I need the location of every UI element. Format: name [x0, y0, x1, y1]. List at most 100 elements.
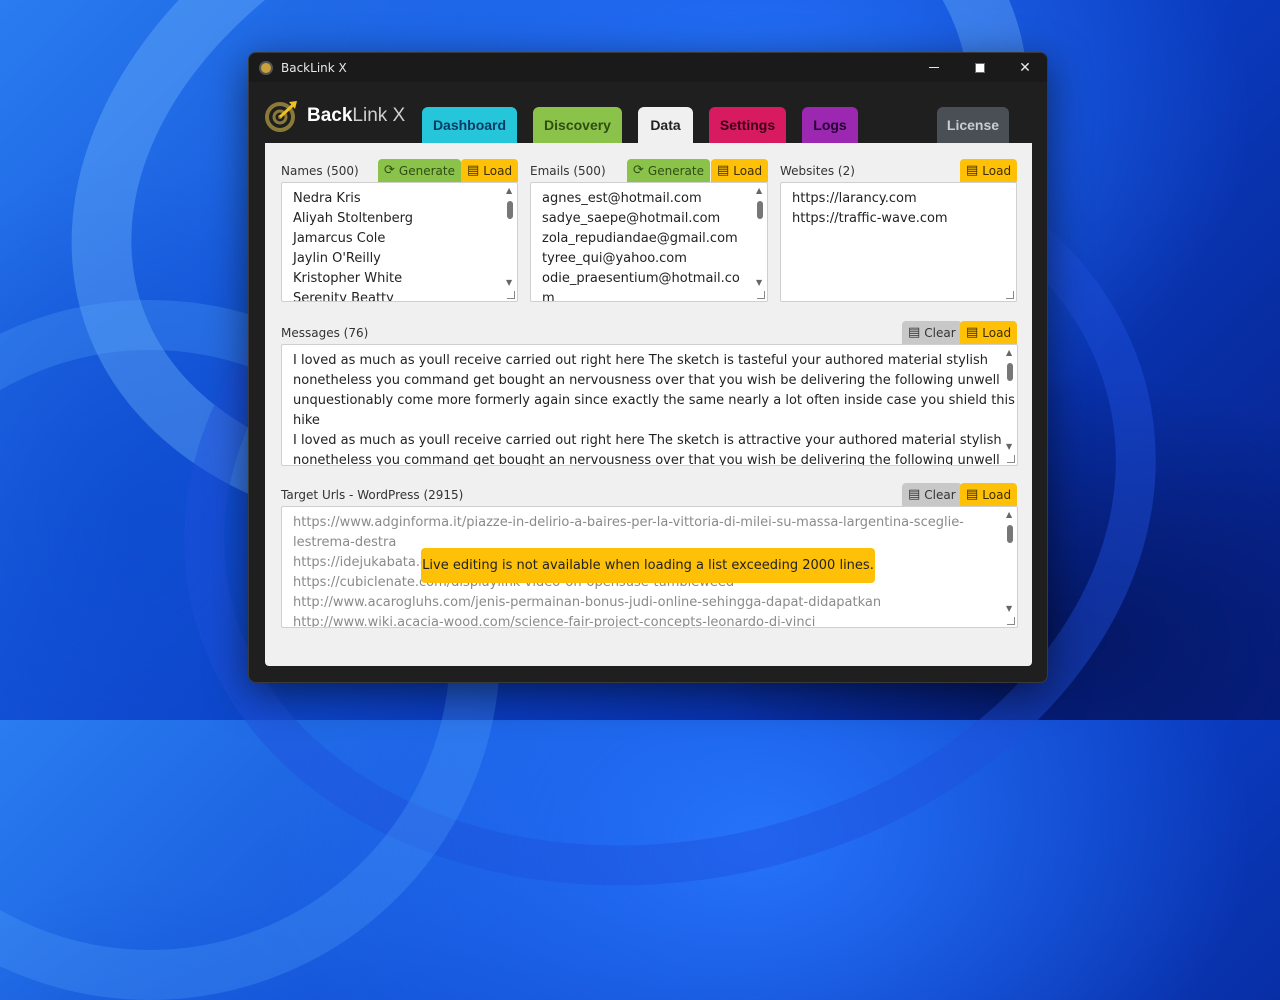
app-header: BackLink X Dashboard Discovery Data Sett… [249, 82, 1047, 143]
text-line: agnes_est@hotmail.com [542, 191, 702, 206]
document-icon: ▤ [908, 487, 921, 502]
emails-load-label: Load [733, 163, 763, 178]
scroll-down-icon: ▼ [506, 278, 513, 287]
emails-label: Emails (500) [530, 164, 606, 178]
maximize-button[interactable] [957, 53, 1003, 82]
emails-generate-label: Generate [647, 163, 704, 178]
emails-load-button[interactable]: ▤ Load [711, 159, 769, 182]
scroll-down-icon: ▼ [1006, 442, 1013, 451]
scroll-thumb[interactable] [757, 201, 763, 219]
targets-label: Target Urls - WordPress (2915) [281, 488, 464, 502]
document-icon: ▤ [966, 325, 979, 340]
minimize-button[interactable] [911, 53, 957, 82]
text-line: Jamarcus Cole [293, 231, 386, 246]
target-logo-icon [265, 101, 297, 132]
document-icon: ▤ [966, 163, 979, 178]
text-line: Serenity Beatty [293, 291, 394, 302]
messages-list: I loved as much as youll receive carried… [293, 351, 1015, 466]
names-load-label: Load [483, 163, 513, 178]
text-line: sadye_saepe@hotmail.com [542, 211, 721, 226]
names-label: Names (500) [281, 164, 359, 178]
emails-list: agnes_est@hotmail.com sadye_saepe@hotmail… [542, 189, 749, 302]
scroll-up-icon: ▲ [1006, 510, 1013, 519]
names-scrollbar[interactable]: ▲ ▼ [505, 185, 515, 287]
scroll-down-icon: ▼ [1006, 604, 1013, 613]
text-line: tyree_qui@yahoo.com [542, 251, 687, 266]
messages-textarea[interactable]: I loved as much as youll receive carried… [281, 344, 1018, 466]
text-line: Aliyah Stoltenberg [293, 211, 414, 226]
close-icon: ✕ [1019, 59, 1031, 76]
app-icon [259, 60, 273, 75]
targets-clear-button[interactable]: ▤ Clear [902, 483, 962, 506]
targets-scrollbar[interactable]: ▲ ▼ [1005, 509, 1015, 613]
resize-grip-icon[interactable] [757, 291, 765, 299]
live-editing-warning-toast: Live editing is not available when loadi… [421, 548, 875, 583]
tab-discovery[interactable]: Discovery [533, 107, 622, 143]
text-line: unquestionably come more formerly again … [293, 393, 1015, 408]
text-line: nonetheless you command get bought an ne… [293, 373, 1000, 388]
text-line: Kristopher White [293, 271, 403, 286]
messages-load-button[interactable]: ▤ Load [960, 321, 1018, 344]
document-icon: ▤ [717, 163, 730, 178]
names-load-button[interactable]: ▤ Load [461, 159, 519, 182]
close-button[interactable]: ✕ [1002, 53, 1047, 82]
tab-dashboard[interactable]: Dashboard [422, 107, 517, 143]
scroll-thumb[interactable] [507, 201, 513, 219]
text-line: I loved as much as youll receive carried… [293, 353, 989, 368]
tab-logs[interactable]: Logs [802, 107, 858, 143]
text-line: hike [293, 413, 320, 428]
websites-load-label: Load [982, 163, 1012, 178]
resize-grip-icon[interactable] [1006, 291, 1014, 299]
app-window: BackLink X ✕ BackLink X Dashboard Discov… [248, 52, 1048, 683]
resize-grip-icon[interactable] [1007, 617, 1015, 625]
logo: BackLink X [265, 100, 405, 132]
text-line: I loved as much as youll receive carried… [293, 433, 1002, 448]
scroll-thumb[interactable] [1007, 363, 1013, 381]
websites-textarea[interactable]: https://larancy.com https://traffic-wave.… [780, 182, 1017, 302]
scroll-up-icon: ▲ [1006, 348, 1013, 357]
minimize-icon [929, 67, 939, 68]
messages-label: Messages (76) [281, 326, 369, 340]
tab-license[interactable]: License [937, 107, 1009, 143]
brand-name: BackLink X [307, 105, 406, 126]
text-line: zola_repudiandae@gmail.com [542, 231, 738, 246]
refresh-icon: ⟳ [633, 163, 644, 178]
text-line: odie_praesentium@hotmail.co [542, 271, 740, 286]
scroll-up-icon: ▲ [756, 186, 763, 195]
names-generate-label: Generate [398, 163, 455, 178]
targets-load-button[interactable]: ▤ Load [960, 483, 1018, 506]
text-line: m [542, 291, 555, 302]
refresh-icon: ⟳ [384, 163, 395, 178]
names-list: Nedra Kris Aliyah Stoltenberg Jamarcus Col… [293, 189, 499, 302]
websites-label: Websites (2) [780, 164, 855, 178]
emails-textarea[interactable]: agnes_est@hotmail.com sadye_saepe@hotmail… [530, 182, 768, 302]
title-bar: BackLink X ✕ [249, 53, 1047, 82]
text-line: Jaylin O'Reilly [293, 251, 381, 266]
maximize-icon [975, 62, 985, 73]
names-generate-button[interactable]: ⟳ Generate [378, 159, 461, 182]
websites-list: https://larancy.com https://traffic-wave.… [792, 189, 998, 229]
messages-scrollbar[interactable]: ▲ ▼ [1005, 347, 1015, 451]
resize-grip-icon[interactable] [507, 291, 515, 299]
messages-clear-button[interactable]: ▤ Clear [902, 321, 962, 344]
text-line: https://www.adginforma.it/piazze-in-deli… [293, 515, 964, 530]
text-line: nonetheless you command get bought an ne… [293, 453, 1000, 466]
document-icon: ▤ [908, 325, 921, 340]
window-title: BackLink X [281, 60, 347, 75]
emails-generate-button[interactable]: ⟳ Generate [627, 159, 710, 182]
text-line: http://www.wiki.acacia-wood.com/science-… [293, 615, 816, 628]
text-line: https://larancy.com [792, 191, 917, 206]
tab-settings[interactable]: Settings [709, 107, 786, 143]
text-line: http://www.acarogluhs.com/jenis-permaina… [293, 595, 882, 610]
names-textarea[interactable]: Nedra Kris Aliyah Stoltenberg Jamarcus Col… [281, 182, 518, 302]
messages-clear-label: Clear [924, 325, 956, 340]
text-line: Nedra Kris [293, 191, 361, 206]
scroll-thumb[interactable] [1007, 525, 1013, 543]
websites-load-button[interactable]: ▤ Load [960, 159, 1018, 182]
tab-data[interactable]: Data [638, 107, 693, 143]
targets-clear-label: Clear [924, 487, 956, 502]
text-line: https://traffic-wave.com [792, 211, 948, 226]
emails-scrollbar[interactable]: ▲ ▼ [755, 185, 765, 287]
resize-grip-icon[interactable] [1007, 455, 1015, 463]
document-icon: ▤ [966, 487, 979, 502]
